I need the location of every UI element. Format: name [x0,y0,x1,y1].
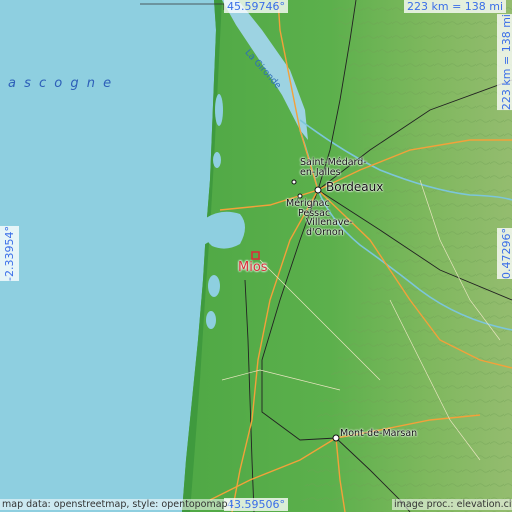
attribution-right: image proc.: elevation.city [392,499,512,510]
saint-medard-marker[interactable] [291,179,297,185]
coord-top: 45.59746° [224,0,288,13]
lake-lacanau [213,152,221,168]
bordeaux-marker[interactable] [314,186,322,194]
city-label-saint-medard[interactable]: Saint-Médard- en-Jalles [300,158,367,178]
coord-left: -2.33954° [0,226,19,281]
city-label-mios[interactable]: Mios [238,260,268,275]
lake-cazaux [208,275,220,297]
lake-hourtin [215,94,223,126]
city-label-villenave[interactable]: Villenave- d'Ornon [306,218,353,238]
scale-vertical: 223 km = 138 mi [497,14,512,111]
lake-parentis [206,311,216,329]
city-label-bordeaux[interactable]: Bordeaux [326,180,383,194]
coord-right: 0.47296° [497,228,512,279]
mont-de-marsan-marker[interactable] [332,434,340,442]
coord-bottom: 43.59506° [224,498,288,511]
attribution-left: map data: openstreetmap, style: opentopo… [0,499,230,510]
sea-label: a s c o g n e [8,76,114,91]
city-label-mont-de-marsan[interactable]: Mont-de-Marsan [340,428,417,439]
scale-horizontal: 223 km = 138 mi [404,0,507,13]
